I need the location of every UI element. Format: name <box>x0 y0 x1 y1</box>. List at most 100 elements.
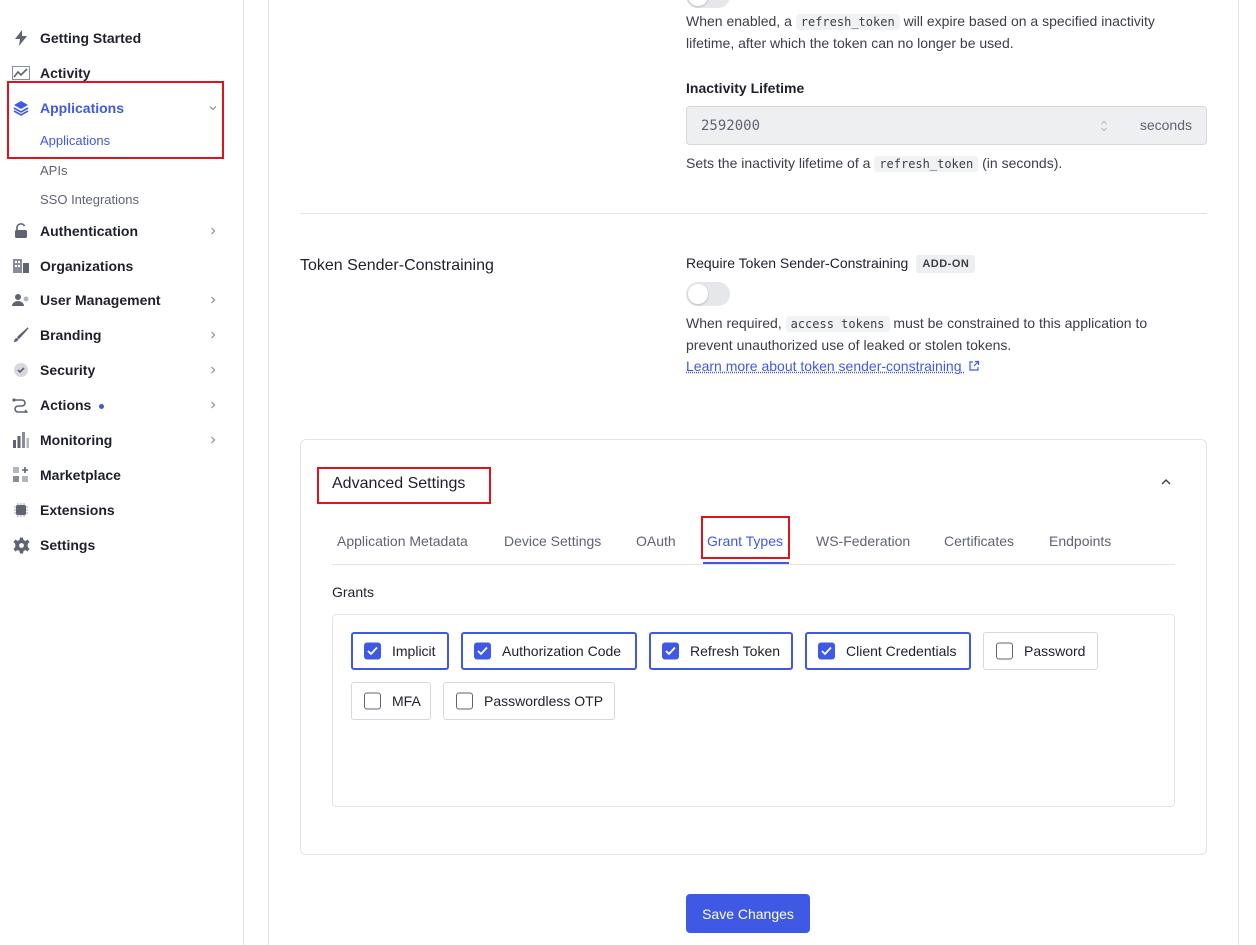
grants-label: Grants <box>332 584 375 600</box>
tab-device-settings[interactable]: Device Settings <box>504 533 601 549</box>
sidebar: Getting Started Activity Applications Ap… <box>0 0 244 945</box>
section-divider <box>300 213 1207 214</box>
sidebar-item-actions[interactable]: Actions <box>0 388 243 422</box>
grant-authorization-code[interactable]: Authorization Code <box>461 632 637 670</box>
sidebar-item-authentication[interactable]: Authentication <box>0 214 243 248</box>
sidebar-item-label: Extensions <box>40 502 115 518</box>
sidebar-subitem-apis[interactable]: APIs <box>40 163 67 178</box>
sidebar-item-marketplace[interactable]: Marketplace <box>0 458 243 492</box>
chevron-right-icon <box>211 296 216 304</box>
grant-label: Implicit <box>392 643 436 659</box>
grid-plus-icon <box>12 466 30 484</box>
checkbox-unchecked[interactable] <box>456 692 473 710</box>
checkbox-checked[interactable] <box>474 642 491 660</box>
advanced-settings-title: Advanced Settings <box>332 475 466 492</box>
sidebar-item-label: Monitoring <box>40 432 113 448</box>
active-tab-indicator <box>703 562 789 564</box>
grant-label: MFA <box>392 693 421 709</box>
bar-chart-icon <box>12 431 30 449</box>
checkbox-checked[interactable] <box>818 642 835 660</box>
sidebar-item-label: Activity <box>40 65 91 81</box>
checkbox-unchecked[interactable] <box>996 642 1013 660</box>
sidebar-item-branding[interactable]: Branding <box>0 318 243 352</box>
inactivity-lifetime-input[interactable] <box>687 107 1087 144</box>
sidebar-item-extensions[interactable]: Extensions <box>0 493 243 527</box>
inactivity-lifetime-field: seconds <box>686 106 1207 145</box>
grant-refresh-token[interactable]: Refresh Token <box>649 632 793 670</box>
users-icon <box>12 291 30 309</box>
grant-implicit[interactable]: Implicit <box>351 632 449 670</box>
sidebar-item-label: Security <box>40 362 96 378</box>
sidebar-item-label: Actions <box>40 397 105 413</box>
sidebar-item-security[interactable]: Security <box>0 353 243 387</box>
tab-endpoints[interactable]: Endpoints <box>1049 533 1111 549</box>
grant-label: Refresh Token <box>690 643 781 659</box>
sidebar-item-label: Marketplace <box>40 467 121 483</box>
sidebar-subitem-sso-integrations[interactable]: SSO Integrations <box>40 192 139 207</box>
chevron-right-icon <box>211 366 216 374</box>
inactivity-unit: seconds <box>1139 117 1192 133</box>
chip-icon <box>12 501 30 519</box>
inactivity-help-text: Sets the inactivity lifetime of a refres… <box>686 155 1063 172</box>
notification-dot <box>99 403 105 409</box>
chevron-right-icon <box>211 331 216 339</box>
save-changes-button[interactable]: Save Changes <box>686 894 810 933</box>
grant-client-credentials[interactable]: Client Credentials <box>805 632 971 670</box>
lock-icon <box>12 222 30 240</box>
checkbox-checked[interactable] <box>662 642 679 660</box>
grant-label: Password <box>1024 643 1086 659</box>
external-link-icon <box>969 360 980 371</box>
tab-oauth[interactable]: OAuth <box>636 533 676 549</box>
chevron-right-icon <box>211 401 216 409</box>
sidebar-item-label: Authentication <box>40 223 138 239</box>
chevron-right-icon <box>211 227 216 235</box>
sidebar-item-label: Settings <box>40 537 96 553</box>
spinner-arrows-icon[interactable] <box>1099 118 1109 134</box>
tab-application-metadata[interactable]: Application Metadata <box>337 533 468 549</box>
inactivity-lifetime-label: Inactivity Lifetime <box>686 80 805 96</box>
grant-mfa[interactable]: MFA <box>351 682 431 720</box>
refresh-token-description: When enabled, a refresh_token will expir… <box>686 13 1155 51</box>
gear-icon <box>12 536 30 554</box>
checkbox-unchecked[interactable] <box>364 692 381 710</box>
require-sender-label: Require Token Sender-Constraining ADD-ON <box>686 255 976 274</box>
shield-check-icon <box>12 361 30 379</box>
sidebar-item-label: Getting Started <box>40 30 142 46</box>
checkbox-checked[interactable] <box>364 642 381 660</box>
activity-chart-icon <box>12 64 30 82</box>
sidebar-item-label: Organizations <box>40 258 134 274</box>
sidebar-item-getting-started[interactable]: Getting Started <box>0 21 243 55</box>
grant-label: Passwordless OTP <box>484 693 604 709</box>
sidebar-item-label: Branding <box>40 327 102 343</box>
section-title-token-sender: Token Sender-Constraining <box>300 257 494 274</box>
sidebar-item-label: Applications <box>40 100 125 116</box>
sidebar-item-applications[interactable]: Applications <box>0 91 243 125</box>
tab-grant-types[interactable]: Grant Types <box>707 533 783 549</box>
sidebar-item-monitoring[interactable]: Monitoring <box>0 423 243 457</box>
chevron-up-icon[interactable] <box>1160 477 1172 487</box>
brush-icon <box>12 326 30 344</box>
grant-label: Authorization Code <box>502 643 622 659</box>
tab-certificates[interactable]: Certificates <box>944 533 1014 549</box>
grant-label: Client Credentials <box>846 643 957 659</box>
sidebar-item-label: User Management <box>40 292 161 308</box>
building-icon <box>12 257 30 275</box>
sidebar-subitem-applications[interactable]: Applications <box>40 133 110 148</box>
flow-icon <box>12 396 30 414</box>
tab-ws-federation[interactable]: WS-Federation <box>816 533 910 549</box>
tabs-divider <box>332 564 1175 565</box>
sender-description: When required, access tokens must be con… <box>686 315 1148 353</box>
layers-icon <box>12 99 30 117</box>
sidebar-item-activity[interactable]: Activity <box>0 56 243 90</box>
require-sender-toggle[interactable] <box>686 282 730 306</box>
grant-passwordless-otp[interactable]: Passwordless OTP <box>443 682 615 720</box>
lightning-icon <box>12 29 30 47</box>
sidebar-item-settings[interactable]: Settings <box>0 528 243 562</box>
chevron-down-icon[interactable] <box>208 103 218 113</box>
sidebar-item-user-management[interactable]: User Management <box>0 283 243 317</box>
sidebar-item-organizations[interactable]: Organizations <box>0 249 243 283</box>
chevron-right-icon <box>211 436 216 444</box>
add-on-badge: ADD-ON <box>916 255 976 274</box>
grant-password[interactable]: Password <box>983 632 1098 670</box>
learn-more-link[interactable]: Learn more about token sender-constraini… <box>686 358 980 374</box>
